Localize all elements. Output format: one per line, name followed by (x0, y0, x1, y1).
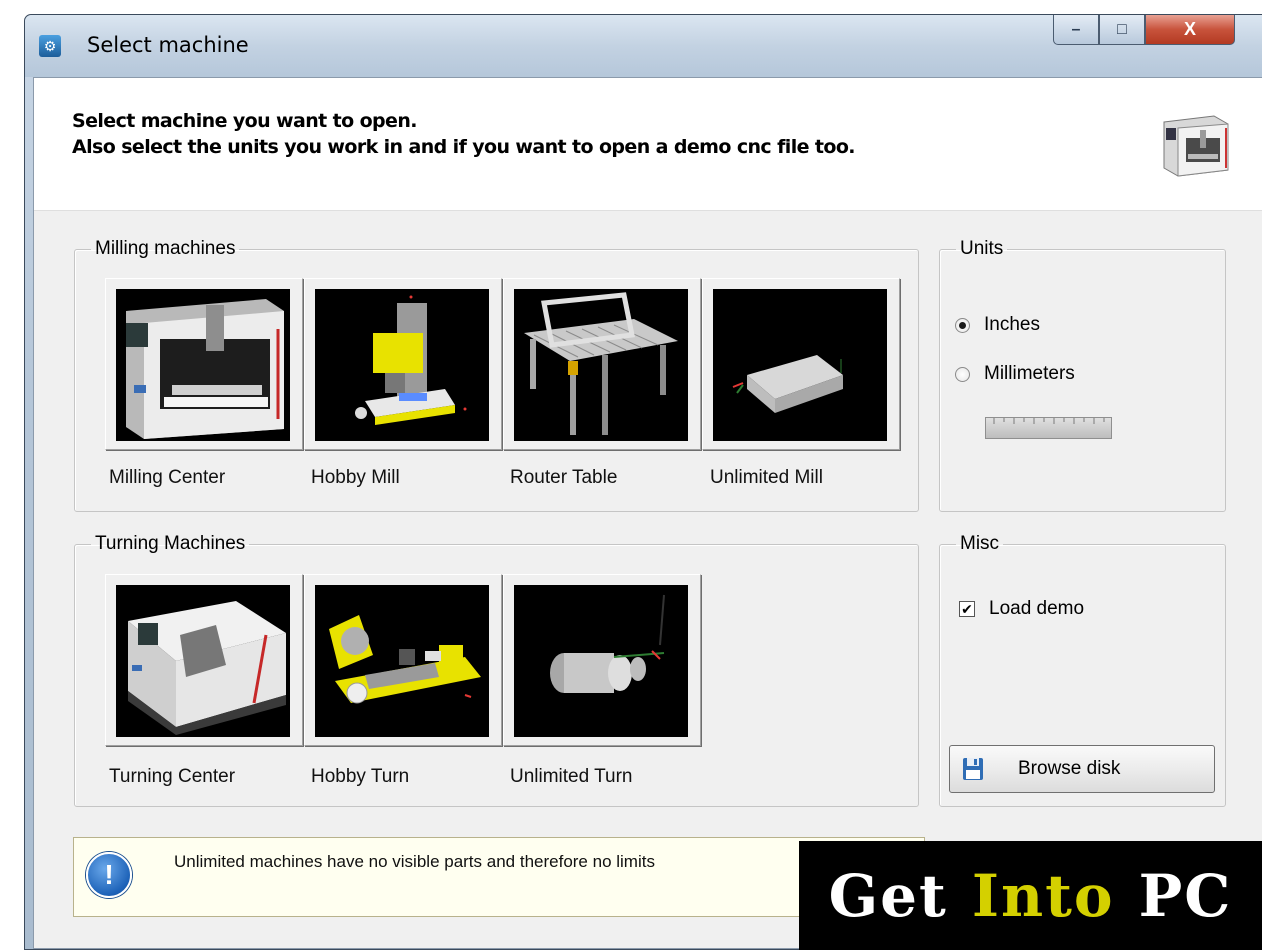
radio-selected-icon (955, 317, 970, 333)
watermark-pc: PC (1138, 861, 1233, 930)
router-table-button[interactable] (503, 278, 701, 450)
machine-logo-icon (1163, 115, 1229, 177)
dialog-client-area: Select machine you want to open. Also se… (33, 77, 1262, 949)
get-into-pc-watermark: Get Into PC (799, 841, 1262, 950)
milling-center-button[interactable] (105, 278, 303, 450)
browse-disk-button[interactable]: Browse disk (949, 745, 1215, 793)
browse-disk-label: Browse disk (1018, 758, 1121, 779)
milling-center-icon (126, 299, 284, 439)
select-machine-window: ⚙ Select machine – □ X Select machine yo… (24, 14, 1262, 950)
hobby-mill-label: Hobby Mill (311, 467, 400, 488)
unlimited-mill-button[interactable] (702, 278, 900, 450)
floppy-disk-icon (963, 758, 983, 780)
header-subinstruction: Also select the units you work in and if… (72, 136, 856, 158)
milling-machines-legend: Milling machines (95, 238, 236, 259)
turning-center-button[interactable] (105, 574, 303, 746)
unlimited-turn-icon (550, 594, 665, 693)
window-controls: – □ X (1053, 15, 1235, 47)
units-legend: Units (960, 238, 1004, 259)
router-table-label: Router Table (510, 467, 618, 488)
unlimited-turn-label: Unlimited Turn (510, 766, 633, 787)
hobby-mill-icon (355, 295, 467, 425)
checkmark-icon: ✔ (959, 601, 975, 617)
radio-unselected-icon (955, 366, 970, 382)
units-inches-radio[interactable]: Inches (955, 314, 1040, 336)
header-panel: Select machine you want to open. Also se… (34, 78, 1262, 211)
maximize-button[interactable]: □ (1099, 15, 1145, 45)
turning-machines-legend: Turning Machines (95, 533, 246, 554)
turning-center-icon (128, 601, 286, 735)
exclamation-info-icon: ! (86, 852, 132, 898)
ruler-icon (985, 417, 1112, 439)
close-button[interactable]: X (1145, 15, 1235, 45)
minimize-button[interactable]: – (1053, 15, 1099, 45)
inches-label: Inches (984, 314, 1040, 335)
turning-center-label: Turning Center (109, 766, 236, 787)
millimeters-label: Millimeters (984, 363, 1075, 384)
hobby-turn-label: Hobby Turn (311, 766, 410, 787)
unlimited-mill-label: Unlimited Mill (710, 467, 823, 488)
info-message: Unlimited machines have no visible parts… (174, 852, 655, 871)
milling-center-label: Milling Center (109, 467, 226, 488)
hobby-mill-button[interactable] (304, 278, 502, 450)
load-demo-label: Load demo (989, 598, 1085, 619)
hobby-turn-button[interactable] (304, 574, 502, 746)
unlimited-turn-button[interactable] (503, 574, 701, 746)
watermark-get: Get (828, 861, 948, 930)
units-millimeters-radio[interactable]: Millimeters (955, 363, 1075, 385)
watermark-into: Into (971, 861, 1115, 930)
info-bar: ! Unlimited machines have no visible par… (73, 837, 925, 917)
unlimited-mill-icon (732, 355, 843, 413)
app-gear-icon: ⚙ (39, 35, 61, 57)
header-instruction: Select machine you want to open. (72, 110, 417, 132)
hobby-turn-icon (329, 615, 481, 704)
title-bar[interactable]: ⚙ Select machine – □ X (25, 15, 1262, 77)
misc-legend: Misc (960, 533, 1000, 554)
router-table-icon (524, 292, 678, 435)
load-demo-checkbox[interactable]: ✔ Load demo (959, 598, 1084, 620)
window-title: Select machine (87, 33, 249, 57)
